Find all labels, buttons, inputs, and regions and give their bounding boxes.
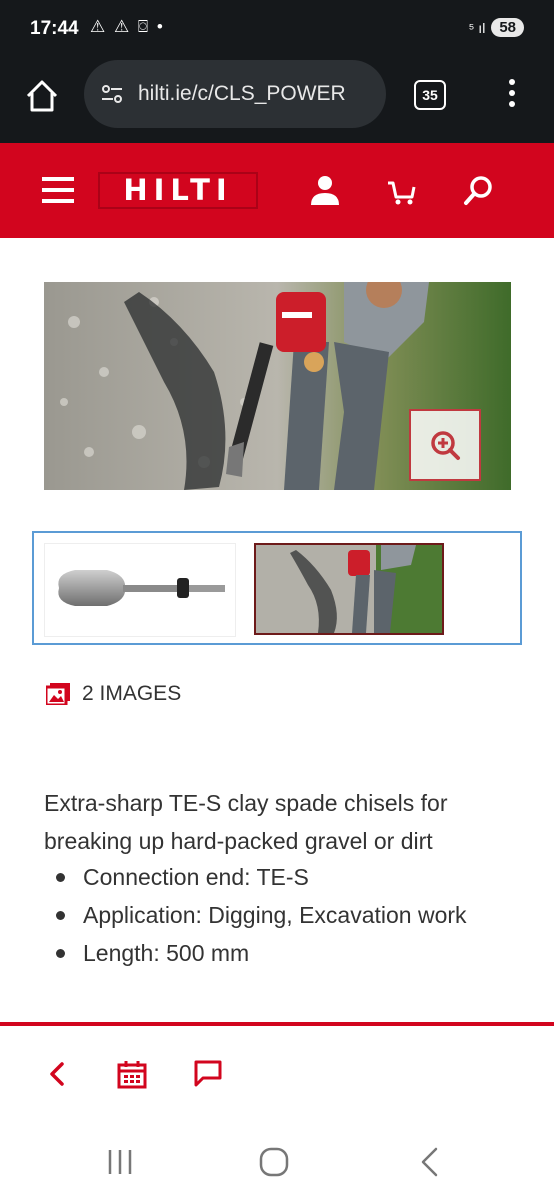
images-count-label: 2 IMAGES xyxy=(82,682,182,705)
chat-icon[interactable] xyxy=(192,1058,224,1090)
thumbnail-action[interactable] xyxy=(254,543,444,635)
site-settings-icon[interactable] xyxy=(100,82,124,106)
status-right: ⁵ ıl 58 xyxy=(469,18,524,37)
search-icon[interactable] xyxy=(462,173,496,207)
system-navigation-bar xyxy=(0,1122,554,1200)
battery-indicator: 58 xyxy=(491,18,524,37)
notification-icons: ⚠ ⚠ ⌼ • xyxy=(90,17,165,36)
zoom-in-icon xyxy=(431,431,460,460)
browser-toolbar: hilti.ie/c/CLS_POWER 35 xyxy=(0,58,554,143)
status-time: 17:44 xyxy=(30,18,79,39)
site-header: HILTI xyxy=(0,143,554,238)
feature-item: Application: Digging, Excavation work xyxy=(44,896,524,934)
cart-icon[interactable] xyxy=(384,173,418,207)
feature-item: Connection end: TE-S xyxy=(44,858,524,896)
recent-apps-icon[interactable] xyxy=(104,1146,136,1178)
images-count[interactable]: 2 IMAGES xyxy=(46,682,181,706)
address-bar[interactable]: hilti.ie/c/CLS_POWER xyxy=(84,60,386,128)
browser-menu-icon[interactable] xyxy=(504,76,520,112)
product-description: Extra-sharp TE-S clay spade chisels for … xyxy=(44,790,448,854)
feature-item: Length: 500 mm xyxy=(44,934,524,972)
thumbnail-strip xyxy=(32,531,522,645)
zoom-button[interactable] xyxy=(409,409,481,481)
home-icon[interactable] xyxy=(22,76,62,116)
wifi-signal-icon: ⁵ ıl xyxy=(468,19,486,36)
back-chevron-icon[interactable] xyxy=(42,1058,74,1090)
hilti-logo[interactable]: HILTI xyxy=(98,172,258,209)
bottom-action-bar xyxy=(0,1022,554,1126)
account-icon[interactable] xyxy=(308,173,342,207)
tab-switcher-button[interactable]: 35 xyxy=(414,80,446,110)
gallery-icon xyxy=(46,683,70,705)
status-bar: 17:44 ⚠ ⚠ ⌼ • ⁵ ıl 58 xyxy=(0,0,554,58)
url-text[interactable]: hilti.ie/c/CLS_POWER xyxy=(138,82,374,106)
feature-list: Connection end: TE-S Application: Diggin… xyxy=(44,858,524,972)
hamburger-menu-icon[interactable] xyxy=(42,177,74,205)
thumbnail-chisel[interactable] xyxy=(44,543,236,637)
back-nav-icon[interactable] xyxy=(414,1146,446,1178)
home-nav-icon[interactable] xyxy=(258,1146,290,1178)
calendar-icon[interactable] xyxy=(116,1058,148,1090)
